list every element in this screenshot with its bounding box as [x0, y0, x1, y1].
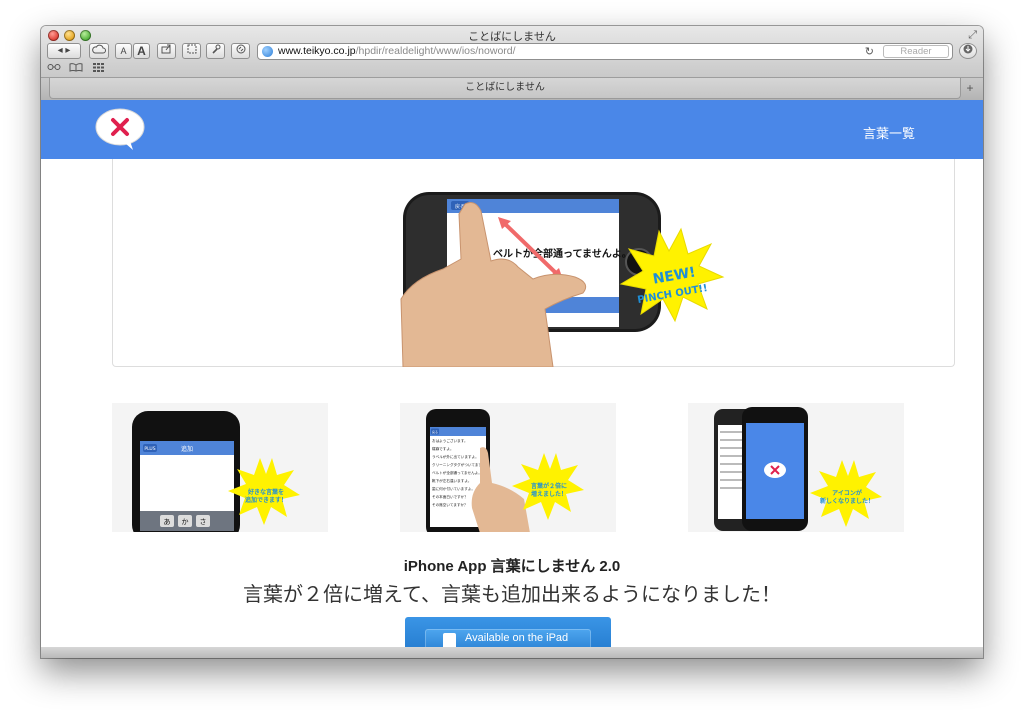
thumb2-list-item-5: ベルトが全部通ってませんよ。 [432, 470, 482, 475]
tab-bar: ことばにしません + [41, 77, 983, 100]
thumb2-burst-line-2: 増えました！ [531, 490, 567, 498]
font-larger-button[interactable]: A [133, 43, 150, 59]
site-header: 言葉一覧 [41, 100, 983, 159]
thumb2-list-item-9: その席空いてますか？ [432, 502, 468, 507]
hero-panel: 戻る ベルトが全部通ってませんよ。 NEW! PINCH OUT!! [112, 159, 955, 368]
site-logo[interactable] [95, 106, 147, 157]
reading-list-icon[interactable] [47, 63, 61, 74]
thumb-illustration-3: アイコンが 新しくなりました！ [714, 407, 882, 531]
extension-icon [236, 44, 245, 54]
forward-arrow-icon[interactable]: ▸ [65, 45, 70, 56]
icloud-tabs-button[interactable] [89, 43, 109, 59]
phone-sentence: ベルトが全部通ってませんよ。 [493, 247, 632, 260]
window-title: ことばにしません [468, 31, 556, 43]
reader-button[interactable]: Reader [883, 45, 949, 58]
page-content: 言葉一覧 戻る ベルトが全部通ってませんよ。 NEW! PINCH OUT!! [41, 100, 983, 658]
reload-icon[interactable]: ↻ [865, 45, 874, 58]
thumb3-burst-line-2: 新しくなりました！ [820, 497, 874, 505]
app-subtitle: 言葉が２倍に増えて、言葉も追加出来るようになりました！ [243, 584, 781, 606]
hero-illustration: 戻る ベルトが全部通ってませんよ。 NEW! PINCH OUT!! [400, 192, 725, 368]
highlight-icon [187, 44, 196, 54]
nav-word-list-link[interactable]: 言葉一覧 [863, 123, 915, 142]
feature-thumb-more-words[interactable]: 戻る おはようございます。 寝癖ですよ。 ラベルが外に出ていますよ。 クリーニン… [400, 403, 616, 532]
extension-button[interactable] [231, 43, 250, 59]
downloads-button[interactable] [959, 43, 977, 59]
thumb1-nav-button: PLUS [144, 446, 155, 452]
thumb1-burst-line-2: 追加できます！ [245, 496, 287, 504]
thumb3-burst-line-1: アイコンが [832, 489, 862, 497]
thumb1-burst-line-1: 好きな言葉を [247, 488, 284, 496]
feature-thumb-add-words[interactable]: PLUS 追加 あ か さ 好きな言葉を 追加できます！ [112, 403, 328, 532]
thumb2-list-item-2: 寝癖ですよ。 [432, 446, 454, 451]
thumb1-nav-title: 追加 [181, 445, 193, 453]
window-bottom-edge [41, 647, 983, 658]
thumb2-list-item-6: 靴下が左右違いますよ。 [432, 478, 472, 483]
browser-window: ことばにしません ⤢ ◂ ▸ A A www.teikyo.co.jp/hpdi… [41, 26, 983, 658]
thumb2-burst-line-1: 言葉が２倍に [531, 482, 567, 490]
share-button[interactable] [157, 43, 176, 59]
share-icon [161, 44, 171, 54]
thumb-illustration-1: PLUS 追加 あ か さ 好きな言葉を 追加できます！ [132, 411, 300, 532]
back-forward-button[interactable]: ◂ ▸ [47, 43, 81, 59]
wrench-icon [211, 44, 220, 54]
cloud-icon [92, 44, 106, 54]
bookmarks-icon[interactable] [69, 63, 83, 75]
fullscreen-icon[interactable]: ⤢ [968, 29, 977, 42]
url-text[interactable]: www.teikyo.co.jp/hpdir/realdelight/www/i… [278, 45, 516, 57]
download-icon [963, 44, 973, 54]
thumb2-list-item-1: おはようございます。 [432, 438, 468, 443]
address-bar[interactable]: www.teikyo.co.jp/hpdir/realdelight/www/i… [257, 43, 953, 60]
thumb-illustration-2: 戻る おはようございます。 寝癖ですよ。 ラベルが外に出ていますよ。 クリーニン… [426, 409, 584, 532]
tab-active[interactable]: ことばにしません [49, 78, 961, 99]
globe-icon [262, 46, 273, 57]
back-arrow-icon[interactable]: ◂ [58, 45, 63, 56]
tools-button[interactable] [206, 43, 225, 59]
thumb2-list-item-3: ラベルが外に出ていますよ。 [432, 454, 479, 459]
x-mark-icon [95, 108, 145, 150]
app-title: iPhone App 言葉にしません 2.0 [403, 558, 621, 575]
top-sites-icon[interactable] [93, 63, 104, 75]
thumb2-nav-button: 戻る [432, 429, 438, 434]
thumb1-key-3: さ [200, 518, 207, 526]
thumb1-key-2: か [182, 518, 189, 526]
thumb2-list-item-8: その本面白いですか？ [432, 494, 468, 499]
new-tab-button[interactable]: + [961, 80, 979, 96]
thumb2-list-item-7: 歯に何か付いていますよ。 [432, 486, 475, 491]
browser-chrome: ことばにしません ⤢ ◂ ▸ A A www.teikyo.co.jp/hpdi… [41, 26, 983, 100]
font-smaller-button[interactable]: A [115, 43, 132, 59]
feature-thumb-new-icon[interactable]: アイコンが 新しくなりました！ [688, 403, 904, 532]
thumb1-key-1: あ [164, 518, 171, 526]
highlight-button[interactable] [182, 43, 201, 59]
app-store-label: Available on the iPad [465, 632, 569, 644]
